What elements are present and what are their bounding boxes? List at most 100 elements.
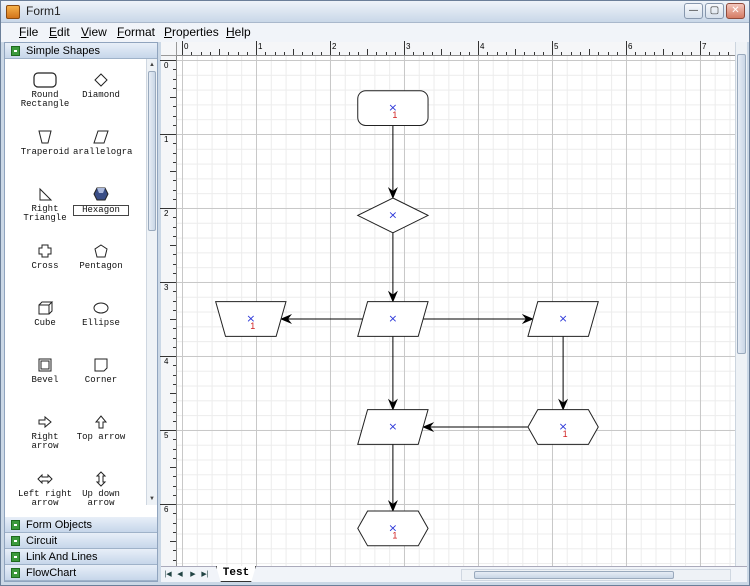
shape-item-left-right-arrow[interactable]: Left right arrow xyxy=(17,468,73,505)
vertical-scroll-thumb[interactable] xyxy=(737,54,746,354)
ruler-tick xyxy=(173,226,176,228)
round-rectangle-icon xyxy=(33,72,57,88)
ruler-tick xyxy=(579,52,581,55)
shape-item-trapezoid[interactable]: Traperoid xyxy=(17,126,73,157)
next-sheet-icon[interactable]: ▶ xyxy=(188,569,198,580)
other-groups: Form Objects Circuit Link And Lines Flow… xyxy=(5,517,157,581)
shape-item-diamond[interactable]: Diamond xyxy=(73,69,129,100)
ruler-tick xyxy=(644,52,646,55)
ruler-tick xyxy=(404,41,405,55)
sheet-tab-test[interactable]: Test xyxy=(216,566,256,582)
ruler-tick xyxy=(515,49,516,55)
ruler-label: 3 xyxy=(164,283,169,292)
drawing-canvas[interactable]: × 1 × × × 1 × × × 1 × 1 xyxy=(177,56,735,566)
scroll-down-icon[interactable]: ▼ xyxy=(148,494,156,504)
shape-item-cube[interactable]: Cube xyxy=(17,297,73,328)
window-title: Form1 xyxy=(26,4,61,18)
close-button[interactable]: ✕ xyxy=(726,3,745,19)
shape-item-up-down-arrow[interactable]: Up down arrow xyxy=(73,468,129,505)
ruler-label: 7 xyxy=(702,42,707,51)
menu-properties[interactable]: Properties xyxy=(164,25,219,39)
shape-item-hexagon[interactable]: Hexagon xyxy=(73,183,129,216)
ruler-label: 0 xyxy=(184,42,189,51)
shape-item-pentagon[interactable]: Pentagon xyxy=(73,240,129,271)
ruler-tick xyxy=(367,49,368,55)
port-marker-icon: × xyxy=(388,208,397,221)
ruler-label: 6 xyxy=(628,42,633,51)
title-bar: Form1 — ▢ ✕ xyxy=(1,1,749,23)
ruler-tick xyxy=(561,52,563,55)
shape-item-ellipse[interactable]: Ellipse xyxy=(73,297,129,328)
palette-scrollbar[interactable]: ▲ ▼ xyxy=(146,59,157,505)
ruler-tick xyxy=(487,52,489,55)
ruler-label: 5 xyxy=(164,431,169,440)
last-sheet-icon[interactable]: ▶| xyxy=(200,569,210,580)
group-circuit[interactable]: Circuit xyxy=(5,533,157,549)
group-simple-shapes[interactable]: Simple Shapes xyxy=(5,43,157,59)
palette-scroll-thumb[interactable] xyxy=(148,71,156,231)
ruler-tick xyxy=(598,52,600,55)
horizontal-scroll-thumb[interactable] xyxy=(474,571,674,579)
ruler-tick xyxy=(173,365,176,367)
ruler-tick xyxy=(589,49,590,55)
ruler-label: 6 xyxy=(164,505,169,514)
ruler-tick xyxy=(283,52,285,55)
ruler-tick xyxy=(173,198,176,200)
ruler-tick xyxy=(173,189,176,191)
ruler-tick xyxy=(209,52,211,55)
menu-view[interactable]: View xyxy=(81,25,107,39)
ellipse-icon xyxy=(93,302,109,314)
shape-item-round-rectangle[interactable]: Round Rectangle xyxy=(17,69,73,109)
shape-item-cross[interactable]: Cross xyxy=(17,240,73,271)
canvas-horizontal-scrollbar[interactable] xyxy=(461,569,731,581)
group-icon xyxy=(11,520,20,530)
menu-help[interactable]: Help xyxy=(226,25,251,39)
shape-item-corner[interactable]: Corner xyxy=(73,354,129,385)
group-link-and-lines[interactable]: Link And Lines xyxy=(5,549,157,565)
port-marker-icon: × xyxy=(558,312,567,325)
ruler-tick xyxy=(173,124,176,126)
ruler-tick xyxy=(173,328,176,330)
bevel-icon xyxy=(38,358,52,372)
ruler-label: 2 xyxy=(164,209,169,218)
group-flowchart[interactable]: FlowChart xyxy=(5,565,157,581)
group-icon xyxy=(11,568,20,578)
right-triangle-icon xyxy=(39,187,53,201)
ruler-tick xyxy=(170,319,176,320)
ruler-tick xyxy=(173,300,176,302)
ruler-tick xyxy=(228,52,230,55)
scroll-up-icon[interactable]: ▲ xyxy=(148,60,156,70)
minimize-button[interactable]: — xyxy=(684,3,703,19)
ruler-tick xyxy=(173,309,176,311)
ruler-tick xyxy=(311,52,313,55)
group-icon xyxy=(11,46,20,56)
ruler-tick xyxy=(607,52,609,55)
canvas-vertical-scrollbar[interactable] xyxy=(735,42,747,566)
menu-format[interactable]: Format xyxy=(117,25,155,39)
shape-item-parallelogram[interactable]: arallelogra xyxy=(73,126,132,157)
shape-item-bevel[interactable]: Bevel xyxy=(17,354,73,385)
ruler-tick xyxy=(200,52,202,55)
ruler-tick xyxy=(533,52,535,55)
ruler-tick xyxy=(718,52,720,55)
group-icon xyxy=(11,552,20,562)
shape-item-top-arrow[interactable]: Top arrow xyxy=(73,411,129,442)
pentagon-icon xyxy=(94,244,108,258)
prev-sheet-icon[interactable]: ◀ xyxy=(175,569,185,580)
maximize-button[interactable]: ▢ xyxy=(705,3,724,19)
ruler-tick xyxy=(450,52,452,55)
menu-bar: File Edit View Format Properties Help xyxy=(1,23,749,42)
ruler-tick xyxy=(570,52,572,55)
ruler-tick xyxy=(357,52,359,55)
ruler-tick xyxy=(635,52,637,55)
ruler-label: 5 xyxy=(554,42,559,51)
shape-item-right-triangle[interactable]: Right Triangle xyxy=(17,183,73,223)
group-form-objects[interactable]: Form Objects xyxy=(5,517,157,533)
shape-item-right-arrow[interactable]: Right arrow xyxy=(17,411,73,451)
ruler-tick xyxy=(173,254,176,256)
first-sheet-icon[interactable]: |◀ xyxy=(163,569,173,580)
menu-edit[interactable]: Edit xyxy=(49,25,70,39)
ruler-tick xyxy=(173,291,176,293)
menu-file[interactable]: File xyxy=(19,25,38,39)
ruler-tick xyxy=(173,78,176,80)
